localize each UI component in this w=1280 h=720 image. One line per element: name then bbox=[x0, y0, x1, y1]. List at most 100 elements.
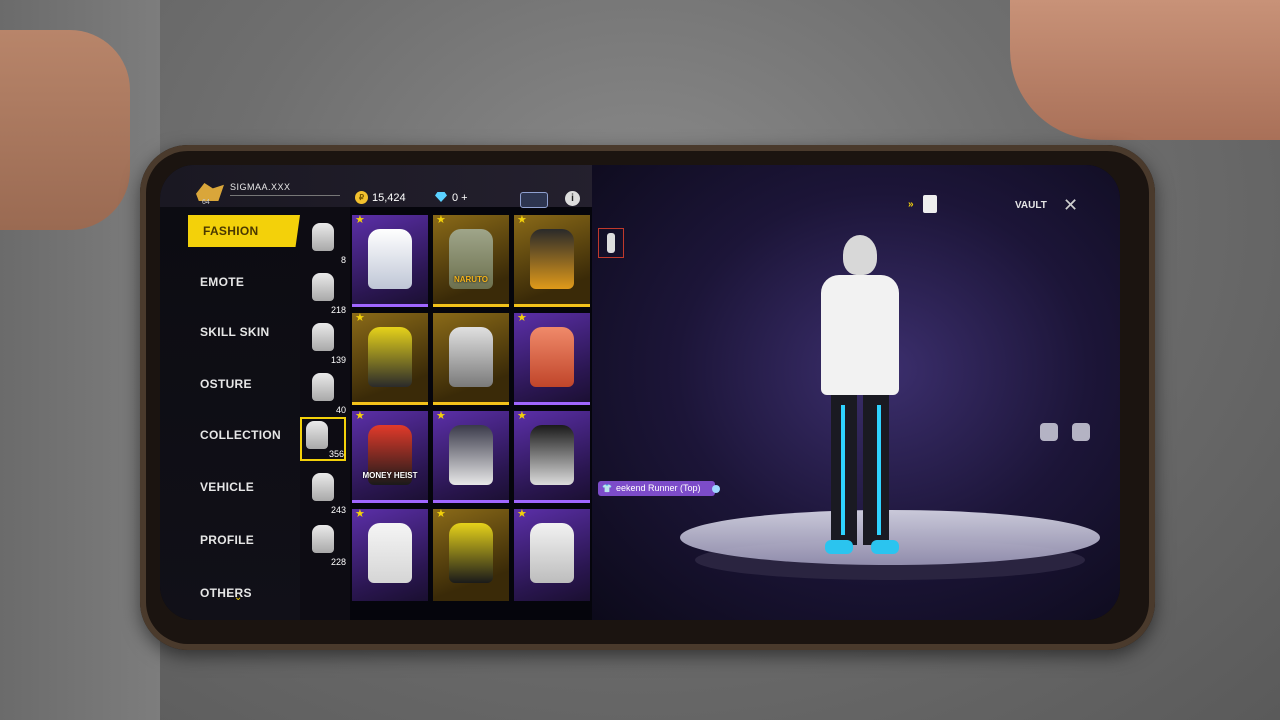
jacket-icon bbox=[530, 229, 574, 289]
item-tile[interactable]: ★ bbox=[352, 508, 428, 601]
subcat-count: 8 bbox=[340, 255, 346, 265]
arm-right bbox=[1010, 0, 1280, 140]
membership-card-icon[interactable] bbox=[520, 192, 548, 208]
hoodie-icon bbox=[449, 523, 493, 583]
item-tile[interactable]: ★ bbox=[352, 214, 428, 307]
rarity-bar bbox=[352, 500, 428, 503]
subcat-mask[interactable]: 40 bbox=[308, 371, 346, 415]
head-icon bbox=[312, 223, 334, 251]
item-tile[interactable]: ★ bbox=[433, 508, 509, 601]
rotate-icon[interactable] bbox=[1040, 423, 1058, 441]
rarity-bar bbox=[433, 500, 509, 503]
armor-top-icon bbox=[449, 327, 493, 387]
xp-bar bbox=[230, 195, 340, 196]
jacket-icon bbox=[449, 425, 493, 485]
player-character[interactable] bbox=[805, 235, 915, 555]
pants-stripe bbox=[877, 405, 881, 535]
rarity-bar bbox=[352, 402, 428, 405]
diamond-icon bbox=[435, 192, 447, 202]
nav-emote[interactable]: EMOTE bbox=[200, 275, 244, 289]
subcat-face[interactable]: 139 bbox=[308, 321, 346, 365]
rarity-bar bbox=[433, 402, 509, 405]
character-shoe bbox=[825, 540, 853, 554]
star-icon: ★ bbox=[355, 312, 365, 324]
selected-item-label: eekend Runner (Top) bbox=[598, 481, 715, 496]
chevron-down-icon[interactable]: ⌄ bbox=[234, 592, 242, 603]
character-head bbox=[843, 235, 877, 275]
pants-icon bbox=[312, 473, 334, 501]
vault-button[interactable]: VAULT bbox=[1015, 200, 1047, 211]
rarity-bar bbox=[514, 402, 590, 405]
shoes-icon bbox=[312, 525, 334, 553]
rarity-bar bbox=[433, 304, 509, 307]
face-icon bbox=[312, 323, 334, 351]
subcategory-column: 8 218 139 40 356 243 228 bbox=[300, 207, 350, 620]
item-tile[interactable]: ★ NARUTO bbox=[433, 214, 509, 307]
vault-card-icon[interactable] bbox=[923, 195, 937, 213]
info-icon[interactable]: i bbox=[565, 191, 580, 206]
double-chevron-icon: » bbox=[908, 199, 914, 210]
subcat-bottom[interactable]: 243 bbox=[308, 471, 346, 515]
character-top bbox=[821, 275, 899, 395]
subcat-count: 218 bbox=[330, 305, 346, 315]
subcat-top[interactable]: 356 bbox=[300, 417, 346, 461]
hand-left bbox=[0, 30, 130, 230]
close-icon[interactable]: ✕ bbox=[1063, 195, 1078, 216]
gold-coin-icon: ₽ bbox=[355, 191, 368, 204]
category-nav: FASHION EMOTE SKILL SKIN OSTURE COLLECTI… bbox=[160, 207, 300, 620]
subcat-count: 356 bbox=[328, 449, 344, 459]
player-name[interactable]: SIGMAA.XXX bbox=[230, 182, 291, 192]
item-tile[interactable] bbox=[433, 313, 509, 405]
item-tile[interactable]: ★ bbox=[514, 312, 590, 405]
star-icon: ★ bbox=[436, 508, 446, 520]
nav-profile[interactable]: PROFILE bbox=[200, 533, 254, 547]
mask-icon bbox=[312, 373, 334, 401]
star-icon: ★ bbox=[517, 410, 527, 422]
item-tag: MONEY HEIST bbox=[362, 471, 418, 480]
rarity-bar bbox=[514, 500, 590, 503]
top-bar: 64 SIGMAA.XXX ₽ 15,424 0 + i bbox=[160, 165, 610, 208]
hoodie-icon bbox=[368, 229, 412, 289]
rarity-bar bbox=[514, 304, 590, 307]
nav-vehicle[interactable]: VEHICLE bbox=[200, 480, 254, 494]
rarity-bar bbox=[352, 304, 428, 307]
subcat-shoes[interactable]: 228 bbox=[308, 523, 346, 567]
nav-skill-skin[interactable]: SKILL SKIN bbox=[200, 325, 269, 339]
star-icon: ★ bbox=[355, 508, 365, 520]
diamond-balance[interactable]: 0 + bbox=[452, 192, 468, 204]
item-tile[interactable]: ★ bbox=[514, 508, 590, 601]
pose-icon[interactable] bbox=[1072, 423, 1090, 441]
item-tile[interactable]: ★ bbox=[514, 214, 590, 307]
hoodie-icon bbox=[530, 523, 574, 583]
player-level: 64 bbox=[202, 199, 210, 206]
character-shoe bbox=[871, 540, 899, 554]
shirt-icon bbox=[368, 523, 412, 583]
star-icon: ★ bbox=[517, 214, 527, 226]
nav-posture[interactable]: OSTURE bbox=[200, 377, 252, 391]
subcat-count: 139 bbox=[330, 355, 346, 365]
coin-balance: 15,424 bbox=[372, 192, 406, 204]
star-icon: ★ bbox=[436, 214, 446, 226]
subcat-head[interactable]: 8 bbox=[308, 221, 346, 265]
nav-fashion[interactable]: FASHION bbox=[188, 215, 300, 247]
star-icon: ★ bbox=[517, 508, 527, 520]
top-icon bbox=[306, 421, 328, 449]
nav-others[interactable]: OTHERS bbox=[200, 586, 252, 600]
nav-collection[interactable]: COLLECTION bbox=[200, 428, 281, 442]
item-tile[interactable]: ★ bbox=[352, 312, 428, 405]
item-tile[interactable]: ★ MONEY HEIST bbox=[352, 410, 428, 503]
subcat-count: 228 bbox=[330, 557, 346, 567]
subcat-count: 243 bbox=[330, 505, 346, 515]
hair-icon bbox=[312, 273, 334, 301]
jacket-icon bbox=[368, 327, 412, 387]
pants-stripe bbox=[841, 405, 845, 535]
game-screen: 64 SIGMAA.XXX ₽ 15,424 0 + i FASHION EMO… bbox=[160, 165, 1120, 620]
item-tile[interactable]: ★ bbox=[514, 410, 590, 503]
item-info-icon[interactable] bbox=[712, 485, 720, 493]
star-icon: ★ bbox=[355, 214, 365, 226]
outfit-preset-icon[interactable] bbox=[598, 228, 624, 258]
item-tile[interactable]: ★ bbox=[433, 410, 509, 503]
rank-badge-icon[interactable] bbox=[196, 183, 224, 201]
star-icon: ★ bbox=[517, 312, 527, 324]
subcat-hair[interactable]: 218 bbox=[308, 271, 346, 315]
